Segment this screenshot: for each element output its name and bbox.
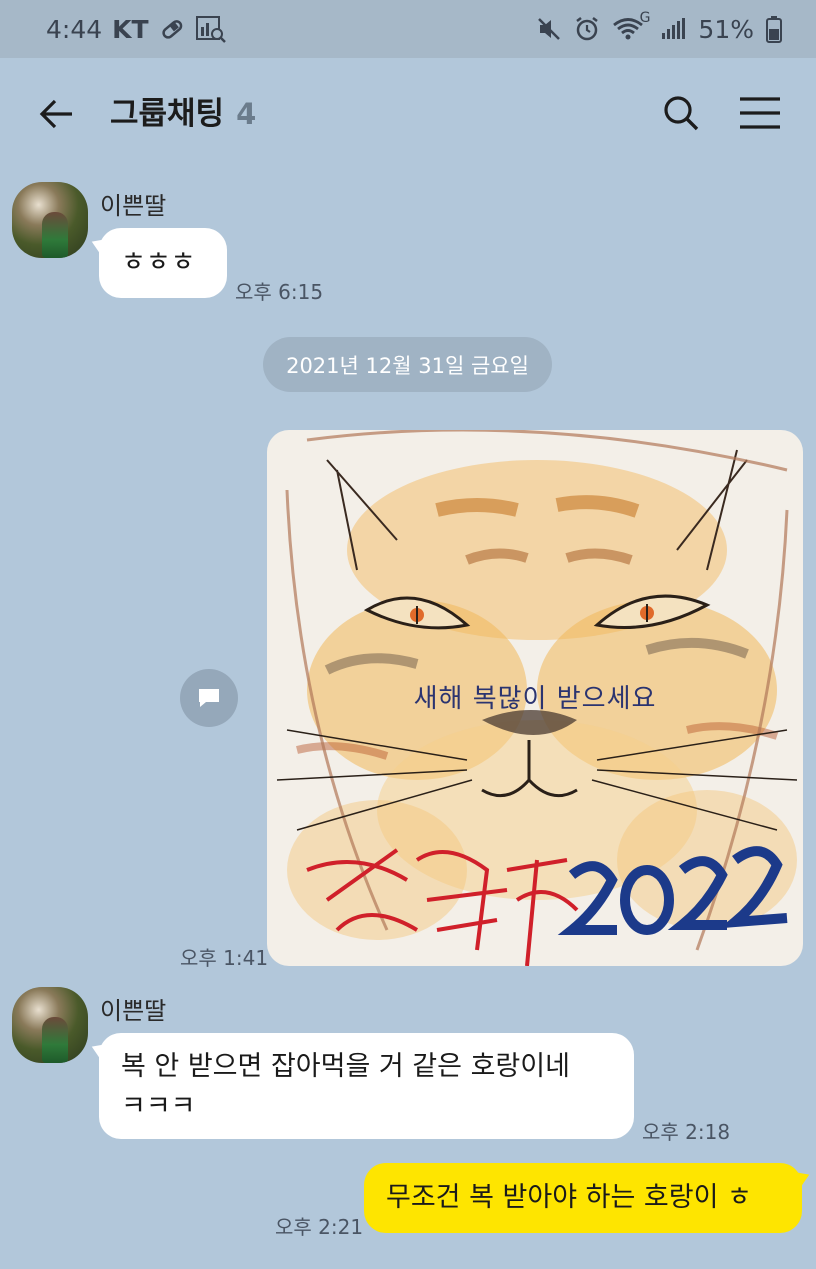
chat-header: 그룹채팅 4 [0,58,816,168]
back-arrow-icon [39,99,72,129]
wifi-icon: G [612,10,650,42]
message-time: 오후 2:18 [642,1120,731,1144]
message-text-line: ㅋㅋㅋ [121,1091,196,1122]
sender-name: 이쁜딸 [100,997,167,1025]
hamburger-menu-icon [740,97,780,129]
alarm-icon [574,16,600,42]
status-bar: 4:44 KT G 51% [0,0,816,58]
chat-title-wrap[interactable]: 그룹채팅 4 [110,88,256,133]
message-time: 오후 6:15 [235,280,324,304]
battery-icon [766,15,782,43]
pill-icon [159,16,185,42]
date-divider: 2021년 12월 31일 금요일 [263,337,552,392]
back-button[interactable] [34,92,78,136]
share-button[interactable] [180,669,238,727]
status-time: 4:44 [46,14,103,44]
image-caption: 새해 복많이 받으세요 [413,684,657,714]
analytics-icon [195,15,227,43]
message-bubble[interactable]: ㅎㅎㅎ [99,228,227,298]
message-time: 오후 1:41 [180,946,269,970]
member-count: 4 [236,97,257,131]
status-right: G 51% [536,10,782,44]
message-bubble[interactable]: 복 안 받으면 잡아먹을 거 같은 호랑이네 ㅋㅋㅋ [99,1033,634,1139]
signal-icon [660,17,686,41]
mute-icon [536,16,562,42]
date-divider-text: 2021년 12월 31일 금요일 [286,353,529,378]
message-text: ㅎㅎㅎ [121,247,196,278]
avatar[interactable] [12,182,88,258]
share-icon [199,689,219,707]
avatar[interactable] [12,987,88,1063]
network-type: G [639,10,651,26]
status-carrier: KT [112,14,149,44]
search-icon [664,96,699,131]
chat-title: 그룹채팅 [110,96,225,132]
message-text: 무조건 복 받아야 하는 호랑이 ㅎ [386,1182,752,1213]
menu-button[interactable] [736,90,784,136]
message-time: 오후 2:21 [275,1215,364,1239]
status-left: 4:44 KT [46,15,227,44]
sender-name: 이쁜딸 [100,192,167,220]
image-message[interactable]: 새해 복많이 받으세요 [267,430,803,966]
message-text-line: 복 안 받으면 잡아먹을 거 같은 호랑이네 [121,1051,570,1082]
my-message-bubble[interactable]: 무조건 복 받아야 하는 호랑이 ㅎ [364,1163,802,1233]
battery-percent: 51% [698,14,754,44]
search-button[interactable] [658,90,704,136]
